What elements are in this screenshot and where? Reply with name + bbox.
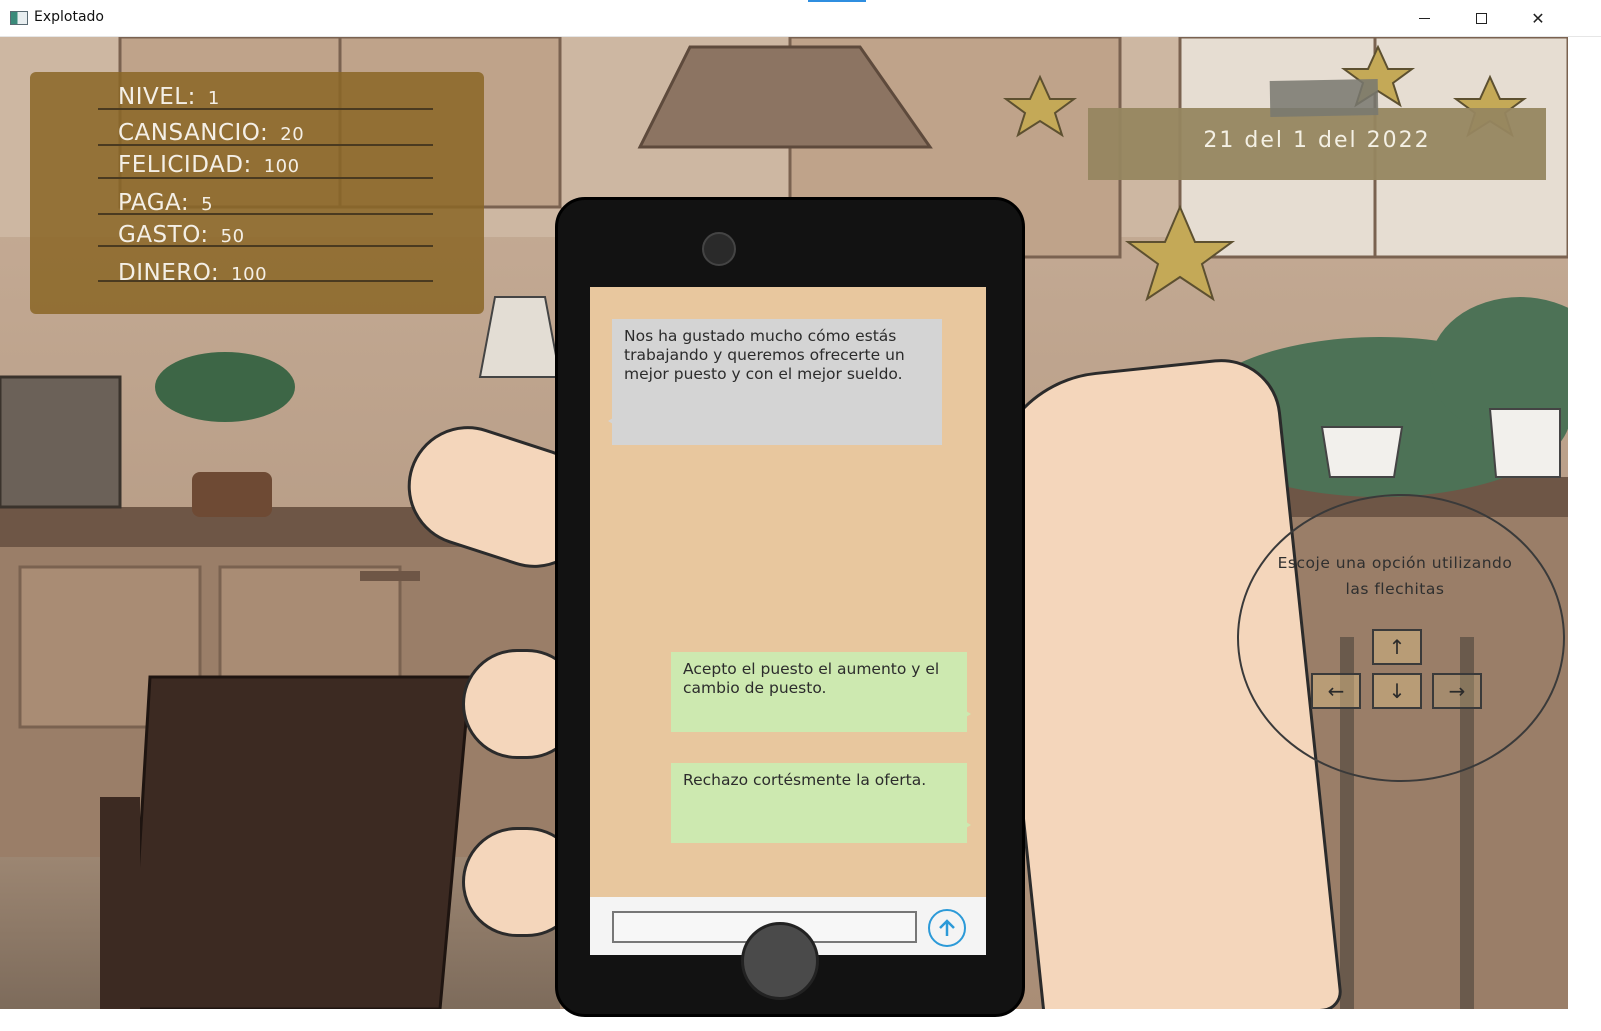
phone-home-button[interactable] [741, 922, 819, 1000]
stat-value: 50 [220, 226, 245, 247]
maximize-button[interactable] [1452, 0, 1510, 37]
phone-camera [702, 232, 736, 266]
option-accept[interactable]: Acepto el puesto el aumento y el cambio … [671, 652, 971, 732]
stat-divider [98, 245, 433, 247]
option-reject[interactable]: Rechazo cortésmente la oferta. [671, 763, 971, 843]
send-button[interactable] [928, 909, 966, 947]
stat-divider [98, 213, 433, 215]
arrow-left-icon: ← [1327, 679, 1345, 703]
stat-value: 20 [280, 124, 305, 145]
stat-label: CANSANCIO: [118, 120, 269, 146]
stat-dinero: DINERO: 100 [118, 260, 267, 286]
arrow-right-key[interactable]: → [1432, 673, 1482, 709]
stat-divider [98, 177, 433, 179]
stat-cansancio: CANSANCIO: 20 [118, 120, 304, 146]
stat-divider [98, 108, 433, 110]
arrow-right-icon: → [1448, 679, 1466, 703]
window-titlebar: Explotado ✕ [0, 0, 1601, 37]
stats-panel: NIVEL: 1 CANSANCIO: 20 FELICIDAD: 100 PAGA:… [30, 72, 484, 314]
app-icon [10, 11, 28, 25]
arrow-down-icon: ↓ [1388, 679, 1406, 703]
window-edge-right [1568, 37, 1601, 1031]
maximize-icon [1475, 13, 1487, 24]
date-tape [1269, 79, 1379, 117]
minimize-icon [1418, 18, 1430, 19]
hint-text: Escoje una opción utilizando las flechit… [1277, 554, 1513, 598]
incoming-message: Nos ha gustado mucho cómo estás trabajan… [608, 319, 942, 445]
stat-value: 1 [207, 88, 220, 109]
stat-felicidad: FELICIDAD: 100 [118, 152, 300, 178]
minimize-button[interactable] [1395, 0, 1453, 37]
date-text: 21 del 1 del 2022 [1203, 128, 1431, 153]
window-title: Explotado [34, 9, 104, 25]
stat-label: FELICIDAD: [118, 152, 252, 178]
phone-screen: Nos ha gustado mucho cómo estás trabajan… [590, 287, 986, 955]
stat-divider [98, 280, 433, 282]
stat-nivel: NIVEL: 1 [118, 84, 220, 110]
stat-value: 5 [201, 194, 214, 215]
close-icon: ✕ [1531, 9, 1545, 28]
close-button[interactable]: ✕ [1509, 0, 1567, 37]
arrow-down-key[interactable]: ↓ [1372, 673, 1422, 709]
stat-value: 100 [263, 156, 300, 177]
stat-divider [98, 144, 433, 146]
arrow-up-key[interactable]: ↑ [1372, 629, 1422, 665]
arrow-up-icon [939, 919, 955, 936]
arrow-up-icon: ↑ [1388, 635, 1406, 659]
arrow-left-key[interactable]: ← [1311, 673, 1361, 709]
titlebar-accent [808, 0, 866, 2]
stat-label: NIVEL: [118, 84, 196, 110]
date-tag: 21 del 1 del 2022 [1088, 108, 1546, 180]
stat-label: DINERO: [118, 260, 220, 286]
